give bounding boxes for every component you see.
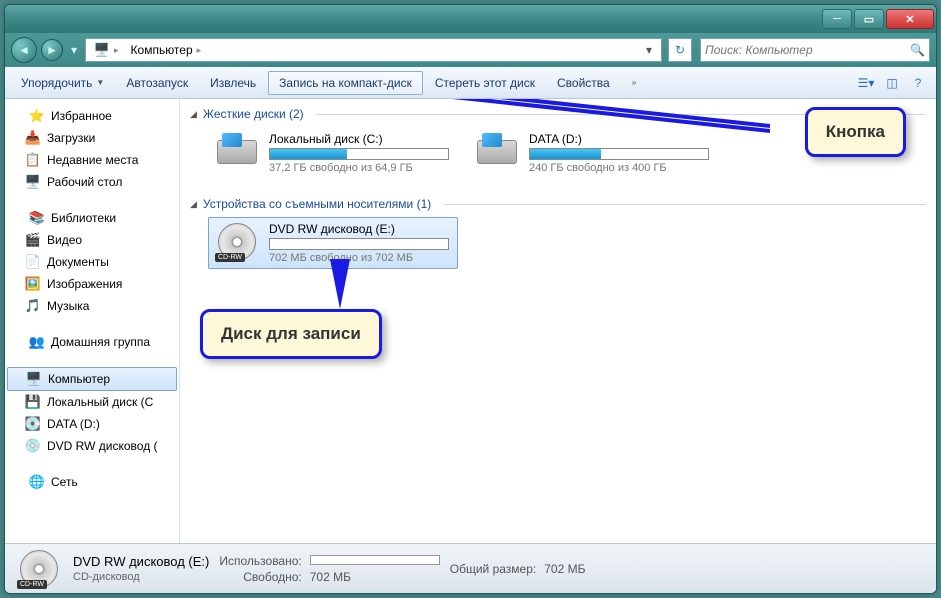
preview-pane-button[interactable]: ◫ [880, 71, 904, 95]
cd-icon: 💿 [25, 438, 41, 454]
minimize-button[interactable]: ─ [822, 9, 852, 29]
sidebar-computer[interactable]: 🖥️Компьютер [7, 367, 177, 391]
maximize-button[interactable]: ▭ [854, 9, 884, 29]
status-total-label: Общий размер: [450, 562, 536, 576]
sidebar-item-video[interactable]: 🎬Видео [5, 229, 179, 251]
breadcrumb-location[interactable]: Компьютер ▸ [125, 41, 208, 59]
status-free-value: 702 МБ [310, 570, 440, 584]
status-total-value: 702 МБ [544, 562, 585, 576]
breadcrumb-label: Компьютер [131, 43, 193, 57]
sidebar-item-documents[interactable]: 📄Документы [5, 251, 179, 273]
status-used-bar [310, 555, 440, 565]
sidebar-item-drive-d[interactable]: 💽DATA (D:) [5, 413, 179, 435]
status-subtitle: CD-дисковод [73, 571, 209, 583]
sidebar-item-drive-c[interactable]: 💾Локальный диск (C [5, 391, 179, 413]
nav-history-dropdown[interactable]: ▾ [67, 40, 81, 60]
sidebar-item-recent[interactable]: 📋Недавние места [5, 149, 179, 171]
refresh-button[interactable]: ↻ [668, 38, 692, 62]
close-button[interactable]: ✕ [886, 9, 934, 29]
drive-icon: 💾 [25, 394, 41, 410]
sidebar-item-downloads[interactable]: 📥Загрузки [5, 127, 179, 149]
status-free-label: Свободно: [219, 570, 301, 584]
music-icon: 🎵 [25, 298, 41, 314]
computer-icon: 🖥️ [26, 371, 42, 387]
status-bar: CD-RW DVD RW дисковод (E:) CD-дисковод И… [5, 543, 936, 593]
callout-button: Кнопка [805, 107, 906, 157]
organize-button[interactable]: Упорядочить▼ [11, 72, 114, 94]
drive-d[interactable]: DATA (D:) 240 ГБ свободно из 400 ГБ [468, 127, 718, 179]
network-icon: 🌐 [29, 474, 45, 490]
drive-free: 37,2 ГБ свободно из 64,9 ГБ [269, 162, 453, 174]
desktop-icon: 🖥️ [25, 174, 41, 190]
callout-disc: Диск для записи [200, 309, 382, 359]
sidebar-item-desktop[interactable]: 🖥️Рабочий стол [5, 171, 179, 193]
capacity-bar [529, 148, 709, 160]
help-button[interactable]: ? [906, 71, 930, 95]
sidebar-item-music[interactable]: 🎵Музыка [5, 295, 179, 317]
star-icon: ⭐ [29, 108, 45, 124]
status-cd-icon: CD-RW [15, 549, 63, 589]
drive-icon: 💽 [25, 416, 41, 432]
search-icon[interactable]: 🔍 [910, 43, 925, 57]
main-pane: ◢Жесткие диски (2) Локальный диск (C:) 3… [180, 99, 936, 543]
breadcrumb-root[interactable]: 🖥️▸ [88, 40, 125, 60]
drive-e[interactable]: CD-RW DVD RW дисковод (E:) 702 МБ свобод… [208, 217, 458, 269]
explorer-window: ─ ▭ ✕ ◄ ► ▾ 🖥️▸ Компьютер ▸ ▾ ↻ 🔍 Упоряд… [4, 4, 937, 594]
search-box[interactable]: 🔍 [700, 38, 930, 62]
library-icon: 📚 [29, 210, 45, 226]
address-bar[interactable]: 🖥️▸ Компьютер ▸ ▾ [85, 38, 662, 62]
drive-free: 240 ГБ свободно из 400 ГБ [529, 162, 713, 174]
view-button[interactable]: ☰▾ [854, 71, 878, 95]
download-icon: 📥 [25, 130, 41, 146]
sidebar-item-pictures[interactable]: 🖼️Изображения [5, 273, 179, 295]
cd-icon: CD-RW [213, 222, 261, 262]
search-input[interactable] [705, 43, 910, 57]
status-used-label: Использовано: [219, 554, 301, 568]
titlebar: ─ ▭ ✕ [5, 5, 936, 33]
sidebar: ⭐Избранное 📥Загрузки 📋Недавние места 🖥️Р… [5, 99, 180, 543]
forward-button[interactable]: ► [41, 39, 63, 61]
erase-button[interactable]: Стереть этот диск [425, 72, 545, 94]
eject-button[interactable]: Извлечь [200, 72, 266, 94]
capacity-bar [269, 148, 449, 160]
toolbar: Упорядочить▼ Автозапуск Извлечь Запись н… [5, 67, 936, 99]
category-removable: ◢Устройства со съемными носителями (1) C… [190, 195, 926, 273]
navbar: ◄ ► ▾ 🖥️▸ Компьютер ▸ ▾ ↻ 🔍 [5, 33, 936, 67]
status-title: DVD RW дисковод (E:) [73, 554, 209, 569]
category-removable-header[interactable]: ◢Устройства со съемными носителями (1) [190, 195, 926, 213]
capacity-bar [269, 238, 449, 250]
toolbar-overflow[interactable]: » [622, 74, 646, 91]
hdd-icon [473, 132, 521, 172]
sidebar-libraries[interactable]: 📚Библиотеки [5, 207, 179, 229]
burn-button[interactable]: Запись на компакт-диск [268, 71, 423, 95]
drive-name: Локальный диск (C:) [269, 132, 453, 146]
sidebar-homegroup[interactable]: 👥Домашняя группа [5, 331, 179, 353]
drive-name: DATA (D:) [529, 132, 713, 146]
video-icon: 🎬 [25, 232, 41, 248]
recent-icon: 📋 [25, 152, 41, 168]
drive-c[interactable]: Локальный диск (C:) 37,2 ГБ свободно из … [208, 127, 458, 179]
picture-icon: 🖼️ [25, 276, 41, 292]
back-button[interactable]: ◄ [11, 37, 37, 63]
sidebar-item-drive-e[interactable]: 💿DVD RW дисковод ( [5, 435, 179, 457]
sidebar-favorites[interactable]: ⭐Избранное [5, 105, 179, 127]
drive-name: DVD RW дисковод (E:) [269, 222, 453, 236]
hdd-icon [213, 132, 261, 172]
content-area: ⭐Избранное 📥Загрузки 📋Недавние места 🖥️Р… [5, 99, 936, 543]
sidebar-network[interactable]: 🌐Сеть [5, 471, 179, 493]
properties-button[interactable]: Свойства [547, 72, 620, 94]
computer-icon: 🖥️ [94, 42, 110, 58]
homegroup-icon: 👥 [29, 334, 45, 350]
address-dropdown[interactable]: ▾ [639, 40, 659, 60]
drive-free: 702 МБ свободно из 702 МБ [269, 252, 453, 264]
autoplay-button[interactable]: Автозапуск [116, 72, 198, 94]
document-icon: 📄 [25, 254, 41, 270]
